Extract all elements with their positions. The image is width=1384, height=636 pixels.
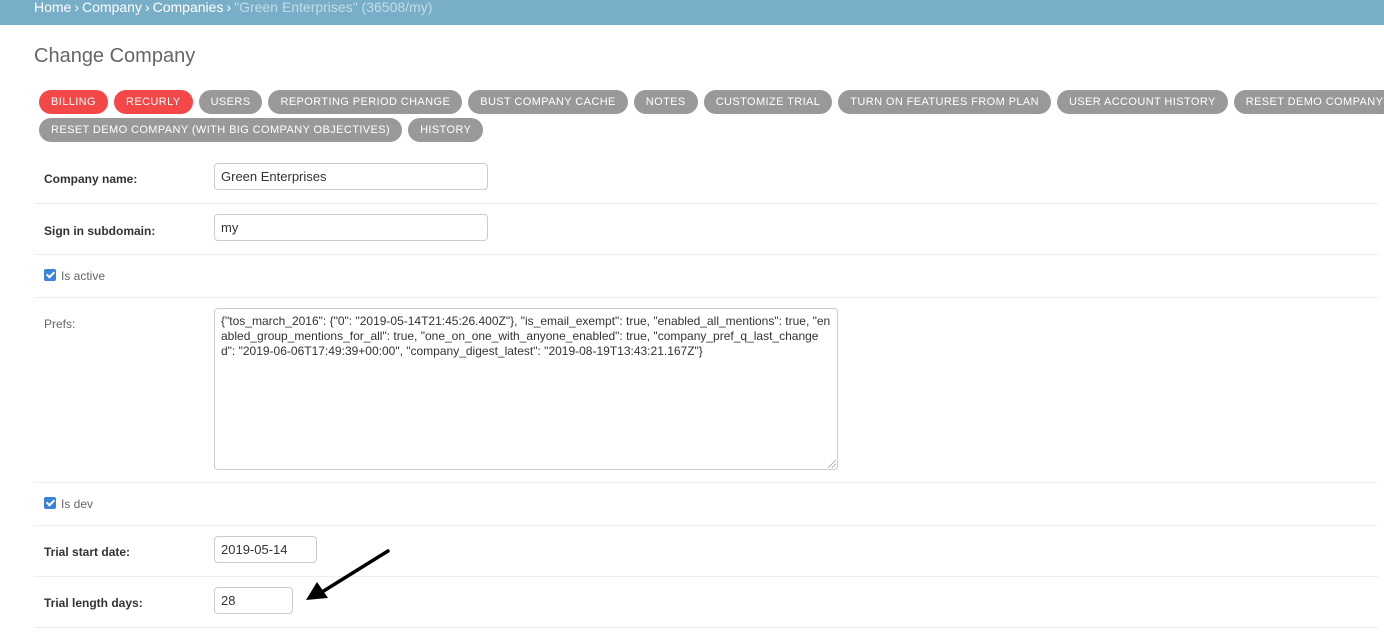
subdomain-input[interactable]: my [214, 214, 488, 241]
breadcrumb-separator: › [74, 0, 80, 15]
breadcrumb-separator: › [226, 0, 232, 15]
breadcrumb-company-link[interactable]: Company [82, 0, 142, 15]
is-dev-row: Is dev [34, 483, 1378, 526]
reset-demo-company-big-objectives-button[interactable]: RESET DEMO COMPANY (WITH BIG COMPANY OBJ… [39, 118, 403, 142]
billing-button[interactable]: BILLING [39, 90, 108, 114]
user-account-history-button[interactable]: USER ACCOUNT HISTORY [1056, 90, 1228, 114]
is-active-checkbox[interactable] [44, 269, 56, 281]
change-company-form: Company name: Green Enterprises Sign in … [34, 150, 1378, 628]
breadcrumb-home-link[interactable]: Home [34, 0, 71, 15]
is-dev-label: Is dev [61, 497, 94, 511]
users-button[interactable]: USERS [198, 90, 263, 114]
prefs-textarea[interactable]: {"tos_march_2016": {"0": "2019-05-14T21:… [214, 308, 838, 470]
trial-length-row: Trial length days: 28 [34, 577, 1378, 628]
trial-length-input[interactable]: 28 [214, 587, 293, 614]
resize-grip-icon[interactable] [828, 460, 836, 468]
subdomain-row: Sign in subdomain: my [34, 204, 1378, 255]
page-title: Change Company [34, 45, 196, 67]
object-tools-row-1: BILLING RECURLY USERS REPORTING PERIOD C… [39, 90, 1384, 114]
breadcrumb-current: "Green Enterprises" (36508/my) [234, 0, 433, 15]
history-button[interactable]: HISTORY [408, 118, 484, 142]
company-name-row: Company name: Green Enterprises [34, 150, 1378, 204]
customize-trial-button[interactable]: CUSTOMIZE TRIAL [703, 90, 833, 114]
prefs-label: Prefs: [44, 317, 76, 331]
prefs-text: {"tos_march_2016": {"0": "2019-05-14T21:… [221, 314, 831, 358]
turn-on-features-button[interactable]: TURN ON FEATURES FROM PLAN [838, 90, 1051, 114]
bust-company-cache-button[interactable]: BUST COMPANY CACHE [468, 90, 628, 114]
is-active-label: Is active [61, 269, 106, 283]
company-name-input[interactable]: Green Enterprises [214, 163, 488, 190]
breadcrumb-separator: › [144, 0, 150, 15]
recurly-button[interactable]: RECURLY [114, 90, 193, 114]
notes-button[interactable]: NOTES [633, 90, 698, 114]
arrow-annotation-icon [306, 549, 390, 600]
subdomain-label: Sign in subdomain: [44, 224, 156, 238]
is-active-row: Is active [34, 255, 1378, 298]
trial-length-label: Trial length days: [44, 596, 143, 610]
reporting-period-change-button[interactable]: REPORTING PERIOD CHANGE [268, 90, 463, 114]
object-tools-row-2: RESET DEMO COMPANY (WITH BIG COMPANY OBJ… [39, 118, 1339, 142]
breadcrumb-companies-link[interactable]: Companies [153, 0, 224, 15]
prefs-row: Prefs: {"tos_march_2016": {"0": "2019-05… [34, 298, 1378, 483]
trial-start-label: Trial start date: [44, 545, 131, 559]
object-tools: BILLING RECURLY USERS REPORTING PERIOD C… [39, 90, 1384, 146]
breadcrumb: Home › Company › Companies › "Green Enterprise… [0, 0, 1384, 25]
reset-demo-company-button[interactable]: RESET DEMO COMPANY [1233, 90, 1384, 114]
company-name-label: Company name: [44, 172, 138, 186]
is-dev-checkbox[interactable] [44, 497, 56, 509]
trial-start-row: Trial start date: 2019-05-14 [34, 526, 1378, 577]
